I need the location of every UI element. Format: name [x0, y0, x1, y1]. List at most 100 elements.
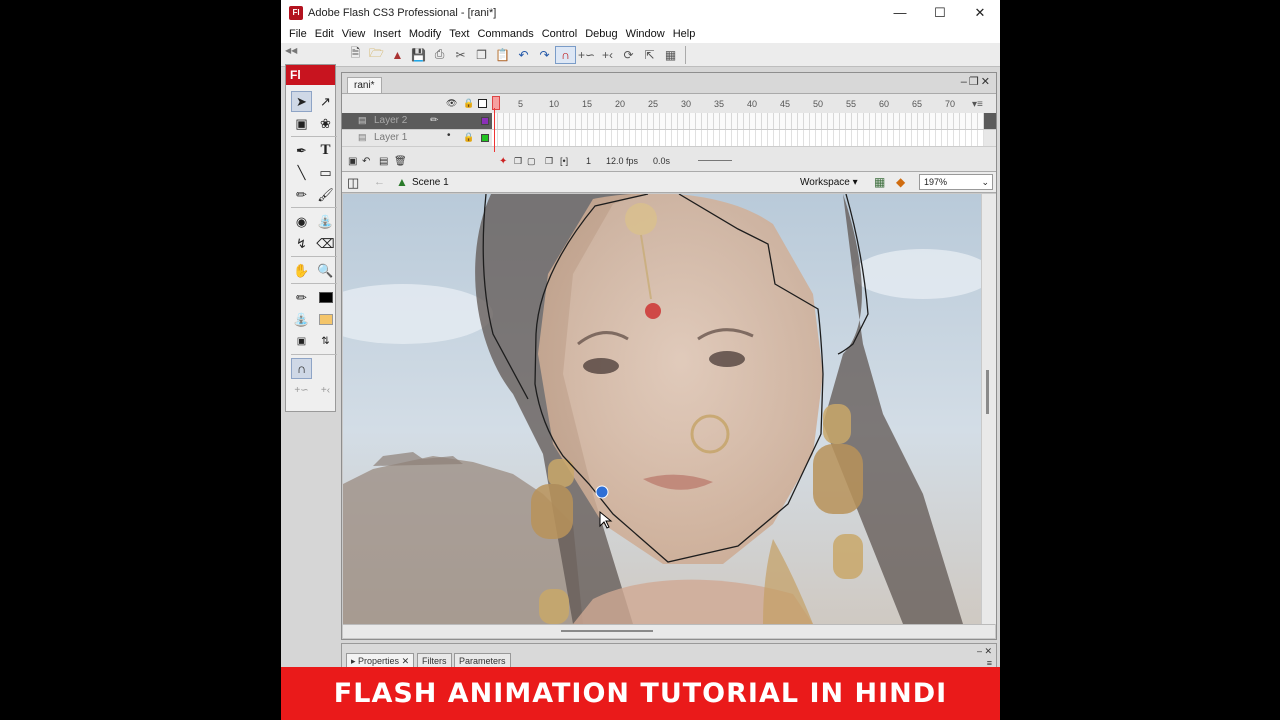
selection-tool-icon[interactable]: ➤: [291, 91, 312, 112]
pencil-tool-icon[interactable]: ✏: [291, 184, 312, 205]
pen-tool-icon[interactable]: ✒: [291, 140, 312, 161]
open-bridge-icon[interactable]: ▲: [387, 46, 408, 64]
minimize-icon[interactable]: —: [880, 0, 920, 25]
document-tab[interactable]: rani*: [347, 77, 382, 93]
menu-insert[interactable]: Insert: [369, 28, 405, 40]
layer-outline-color[interactable]: [481, 134, 489, 142]
layer-frames[interactable]: [492, 130, 984, 146]
add-layer-icon[interactable]: ▣: [348, 156, 357, 167]
scene-label[interactable]: Scene 1: [412, 177, 449, 188]
frame-rate[interactable]: 12.0 fps: [606, 156, 638, 166]
stage-vertical-scrollbar[interactable]: [982, 194, 996, 624]
smooth-icon[interactable]: +∽: [576, 46, 597, 64]
stroke-color-icon[interactable]: ✏: [291, 287, 312, 308]
undo-icon[interactable]: ↶: [513, 46, 534, 64]
menu-control[interactable]: Control: [538, 28, 581, 40]
menu-modify[interactable]: Modify: [405, 28, 445, 40]
anchor-point-handle[interactable]: [595, 485, 609, 499]
layer-row[interactable]: ▤ Layer 2 ✏: [342, 113, 996, 130]
frame-ruler[interactable]: 5 10 15 20 25 30 35 40 45 50 55 60 65 70…: [492, 96, 983, 112]
free-transform-tool-icon[interactable]: ▣: [291, 113, 312, 134]
paint-bucket-tool-icon[interactable]: ⛲: [315, 211, 336, 232]
back-arrow-icon[interactable]: ←: [374, 176, 385, 188]
menu-debug[interactable]: Debug: [581, 28, 621, 40]
tab-parameters[interactable]: Parameters: [454, 653, 511, 668]
playhead[interactable]: [492, 96, 500, 154]
timeline-menu-icon[interactable]: ▾≡: [972, 99, 983, 110]
maximize-icon[interactable]: ☐: [920, 0, 960, 25]
rectangle-tool-icon[interactable]: ▭: [315, 162, 336, 183]
layer-frames[interactable]: [492, 113, 984, 129]
tools-panel-grip[interactable]: ◀◀: [285, 46, 335, 56]
new-file-icon[interactable]: 🗎: [345, 46, 366, 64]
menu-view[interactable]: View: [338, 28, 370, 40]
cut-icon[interactable]: ✂: [450, 46, 471, 64]
subselection-tool-icon[interactable]: ↗: [315, 91, 336, 112]
layer-name[interactable]: Layer 1: [374, 132, 407, 143]
stage-artwork[interactable]: [343, 194, 981, 624]
layer-row[interactable]: ▤ Layer 1 • 🔒: [342, 130, 996, 147]
paste-icon[interactable]: 📋: [492, 46, 513, 64]
layer-outline-color[interactable]: [481, 117, 489, 125]
workspace-menu[interactable]: Workspace ▾: [800, 177, 858, 188]
fill-color-swatch[interactable]: [315, 309, 336, 330]
edit-multiple-frames-icon[interactable]: ❐: [545, 156, 553, 167]
menu-file[interactable]: File: [285, 28, 311, 40]
black-white-icon[interactable]: ▣: [291, 331, 312, 352]
zoom-tool-icon[interactable]: 🔍: [315, 260, 336, 281]
line-tool-icon[interactable]: ╲: [291, 162, 312, 183]
center-frame-icon[interactable]: ✦: [499, 156, 507, 167]
menu-edit[interactable]: Edit: [311, 28, 338, 40]
vertical-scroll-thumb[interactable]: [986, 370, 989, 414]
timeline-hscroll[interactable]: [698, 160, 732, 161]
zoom-dropdown[interactable]: 197% ⌄: [919, 174, 993, 190]
menu-window[interactable]: Window: [622, 28, 669, 40]
menu-text[interactable]: Text: [445, 28, 473, 40]
add-motion-guide-icon[interactable]: ↶: [362, 156, 370, 167]
visibility-dot[interactable]: •: [447, 130, 451, 141]
open-folder-icon[interactable]: 🗁: [366, 46, 387, 64]
lock-icon[interactable]: 🔒: [463, 132, 474, 143]
onion-outline-icon[interactable]: ▢: [527, 156, 536, 167]
redo-icon[interactable]: ↷: [534, 46, 555, 64]
stroke-color-swatch[interactable]: [315, 287, 336, 308]
straighten-option-icon[interactable]: +‹: [315, 380, 336, 401]
insert-folder-icon[interactable]: ▤: [379, 156, 388, 167]
tab-filters[interactable]: Filters: [417, 653, 452, 668]
stage-canvas[interactable]: [343, 194, 981, 624]
delete-layer-icon[interactable]: 🗑: [394, 156, 407, 167]
layer-name[interactable]: Layer 2: [374, 115, 407, 126]
align-icon[interactable]: ▦: [660, 46, 681, 64]
timeline-toggle-icon[interactable]: ◫: [347, 175, 359, 191]
save-icon[interactable]: 💾: [408, 46, 429, 64]
snap-magnet-icon[interactable]: ∩: [555, 45, 576, 64]
close-icon[interactable]: ✕: [960, 0, 1000, 25]
scale-icon[interactable]: ⇱: [639, 46, 660, 64]
outline-all-icon[interactable]: [478, 99, 487, 108]
document-window-controls[interactable]: –❐✕: [961, 75, 992, 88]
copy-icon[interactable]: ❐: [471, 46, 492, 64]
edit-symbol-icon[interactable]: ▦: [874, 175, 885, 189]
smooth-option-icon[interactable]: +∽: [291, 380, 312, 401]
menu-commands[interactable]: Commands: [473, 28, 537, 40]
straighten-icon[interactable]: +‹: [597, 46, 618, 64]
snap-magnet-tool-icon[interactable]: ∩: [291, 358, 312, 379]
show-hide-eye-icon[interactable]: 👁: [446, 98, 457, 109]
brush-tool-icon[interactable]: 🖌: [315, 184, 336, 205]
ink-bottle-tool-icon[interactable]: ◉: [291, 211, 312, 232]
onion-skin-icon[interactable]: ❐: [514, 156, 522, 167]
swap-colors-icon[interactable]: ⇅: [315, 331, 336, 352]
menu-help[interactable]: Help: [669, 28, 700, 40]
print-icon[interactable]: ⎙: [429, 46, 450, 64]
panel-controls[interactable]: – ✕: [977, 646, 992, 657]
lock-all-icon[interactable]: 🔒: [463, 98, 474, 109]
horizontal-scroll-thumb[interactable]: [561, 630, 653, 632]
stage-horizontal-scrollbar[interactable]: [343, 624, 995, 638]
tab-properties[interactable]: ▸ Properties ✕: [346, 653, 415, 668]
eyedropper-tool-icon[interactable]: ↯: [291, 233, 312, 254]
text-tool-icon[interactable]: T: [315, 140, 336, 161]
rotate-icon[interactable]: ⟳: [618, 46, 639, 64]
edit-scene-icon[interactable]: ◆: [896, 175, 905, 189]
lasso-tool-icon[interactable]: ❀: [315, 113, 336, 134]
eraser-tool-icon[interactable]: ⌫: [315, 233, 336, 254]
